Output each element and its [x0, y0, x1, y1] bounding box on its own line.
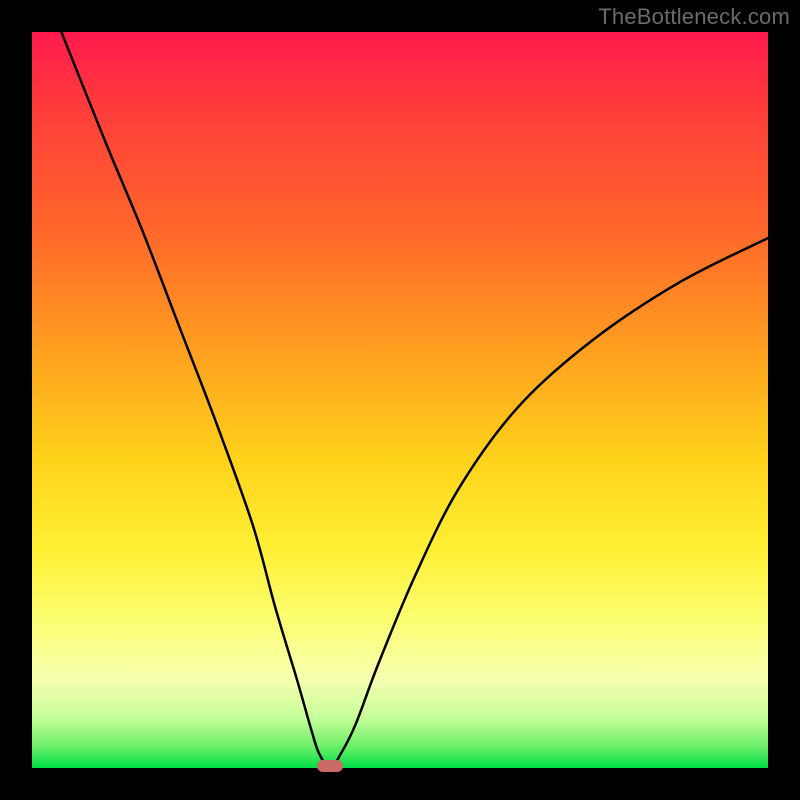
plot-area: [32, 32, 768, 768]
watermark-text: TheBottleneck.com: [598, 4, 790, 30]
min-marker: [317, 760, 343, 772]
chart-frame: TheBottleneck.com: [0, 0, 800, 800]
bottleneck-curve: [32, 32, 768, 768]
curve-path: [61, 32, 768, 768]
